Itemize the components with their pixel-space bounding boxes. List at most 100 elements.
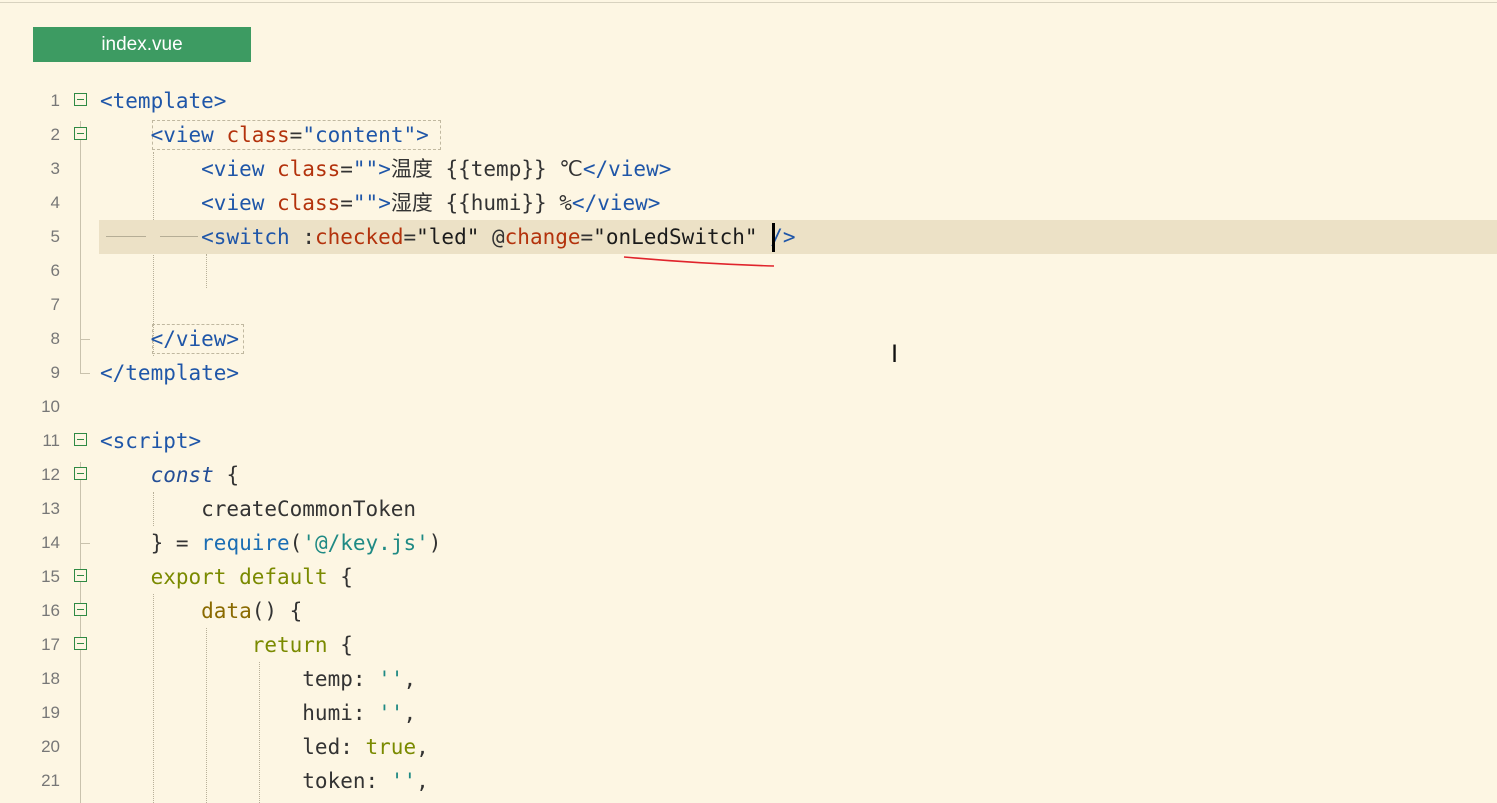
code-line[interactable]: 14 } = require('@/key.js') — [0, 526, 1497, 560]
line-number: 6 — [50, 261, 60, 280]
code-line[interactable]: 10 — [0, 390, 1497, 424]
line-number: 2 — [50, 125, 60, 144]
line-number: 5 — [50, 227, 60, 246]
window-top-border — [0, 2, 1497, 3]
code-token: = — [403, 225, 417, 249]
code-text: } = require('@/key.js') — [100, 526, 442, 560]
code-text: <script> — [100, 424, 201, 458]
code-token: } = — [100, 531, 202, 555]
code-token: 湿度 {{humi}} % — [390, 191, 572, 215]
code-token: , — [416, 769, 429, 793]
code-line[interactable]: 11 <script> — [0, 424, 1497, 458]
line-number: 3 — [50, 159, 60, 178]
code-token: = — [580, 225, 594, 249]
code-line[interactable]: 12 const { — [0, 458, 1497, 492]
code-token: require — [201, 531, 290, 555]
line-number: 12 — [41, 465, 60, 484]
code-line[interactable]: 8 </view> — [0, 322, 1497, 356]
code-line[interactable]: 18 temp: '', — [0, 662, 1497, 696]
code-token: true — [365, 735, 417, 759]
fold-toggle-icon[interactable] — [74, 467, 87, 480]
code-token: 温度 {{temp}} ℃ — [390, 157, 583, 181]
code-line[interactable]: 21 token: '', — [0, 764, 1497, 798]
code-token: > — [416, 123, 429, 147]
fold-toggle-icon[interactable] — [74, 603, 87, 616]
code-token: '@/key.js' — [302, 531, 429, 555]
code-line[interactable]: 4 <view class="">湿度 {{humi}} %</view> — [0, 186, 1497, 220]
line-number: 21 — [41, 771, 60, 790]
line-number: 9 — [50, 363, 60, 382]
text-cursor — [772, 223, 775, 252]
code-token: "" — [352, 191, 379, 215]
line-number: 20 — [41, 737, 60, 756]
code-token: "" — [352, 157, 379, 181]
code-token: class — [277, 157, 341, 181]
code-token: { — [327, 633, 353, 657]
code-token: const — [150, 463, 214, 487]
code-token: "onLedSwitch" — [593, 225, 771, 249]
fold-toggle-icon[interactable] — [74, 637, 87, 650]
fold-toggle-icon[interactable] — [74, 93, 87, 106]
code-line[interactable]: 13 createCommonToken — [0, 492, 1497, 526]
fold-toggle-icon[interactable] — [74, 569, 87, 582]
line-number: 17 — [41, 635, 60, 654]
code-token: @ — [492, 225, 505, 249]
code-token: </view> — [571, 191, 661, 215]
code-token: "led" — [416, 225, 492, 249]
code-line[interactable]: 7 — [0, 288, 1497, 322]
code-token: '' — [390, 769, 417, 793]
code-token: , — [416, 735, 429, 759]
code-token: led: — [100, 735, 366, 759]
code-token: > — [378, 191, 391, 215]
code-line[interactable]: 2 <view class="content"> — [0, 118, 1497, 152]
code-text: <view class="">湿度 {{humi}} %</view> — [100, 186, 660, 220]
code-text: <view class="content"> — [100, 118, 429, 152]
code-line[interactable]: 17 return { — [0, 628, 1497, 662]
code-token: { — [213, 463, 240, 487]
code-token: = — [340, 191, 353, 215]
code-line[interactable]: 9 </template> — [0, 356, 1497, 390]
code-text: <view class="">温度 {{temp}} ℃</view> — [100, 152, 671, 186]
code-token: = — [340, 157, 353, 181]
code-token: { — [327, 565, 353, 589]
code-token: "content" — [302, 123, 417, 147]
code-line[interactable]: 15 export default { — [0, 560, 1497, 594]
code-token: ( — [289, 531, 303, 555]
code-text: token: '', — [100, 764, 429, 798]
fold-toggle-icon[interactable] — [74, 127, 87, 140]
code-token: , — [403, 667, 417, 691]
code-text: createCommonToken — [100, 492, 416, 526]
code-line[interactable]: 3 <view class="">温度 {{temp}} ℃</view> — [0, 152, 1497, 186]
mouse-ibeam-cursor: I — [891, 340, 899, 368]
tab-index-vue[interactable]: index.vue — [33, 27, 251, 62]
code-token: class — [226, 123, 290, 147]
code-token: change — [504, 225, 581, 249]
line-number: 4 — [50, 193, 60, 212]
fold-toggle-icon[interactable] — [74, 433, 87, 446]
line-number: 19 — [41, 703, 60, 722]
code-token: data — [201, 599, 252, 623]
line-number: 8 — [50, 329, 60, 348]
code-text: const { — [100, 458, 240, 492]
code-token: <view — [201, 191, 278, 215]
code-line[interactable]: 5 <switch :checked="led" @change="onLedS… — [0, 220, 1497, 254]
code-token: export default — [150, 565, 328, 589]
code-line[interactable]: 20 led: true, — [0, 730, 1497, 764]
code-line[interactable]: 16 data() { — [0, 594, 1497, 628]
code-text: </template> — [100, 356, 239, 390]
code-text: return { — [100, 628, 353, 662]
code-line[interactable]: 19 humi: '', — [0, 696, 1497, 730]
line-number: 15 — [41, 567, 60, 586]
code-line[interactable]: 1 <template> — [0, 84, 1497, 118]
line-number: 18 — [41, 669, 60, 688]
line-number: 11 — [42, 431, 60, 450]
code-editor[interactable]: 1 <template> 2 <view class="content"> 3 <vi… — [0, 84, 1497, 803]
code-token: <view — [150, 123, 227, 147]
